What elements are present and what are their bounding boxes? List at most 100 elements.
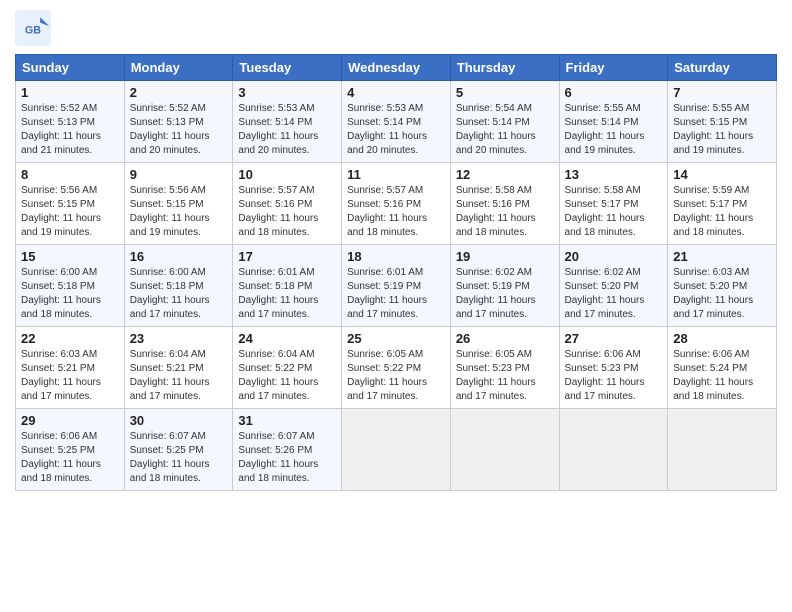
day-info: Sunrise: 5:59 AM Sunset: 5:17 PM Dayligh…	[673, 184, 771, 240]
day-number: 13	[565, 167, 663, 182]
day-number: 17	[238, 249, 336, 264]
calendar-cell: 23 Sunrise: 6:04 AM Sunset: 5:21 PM Dayli…	[124, 327, 233, 409]
day-info: Sunrise: 6:05 AM Sunset: 5:23 PM Dayligh…	[456, 348, 554, 404]
calendar-header-monday: Monday	[124, 55, 233, 81]
day-info: Sunrise: 6:01 AM Sunset: 5:19 PM Dayligh…	[347, 266, 445, 322]
day-number: 26	[456, 331, 554, 346]
day-number: 30	[130, 413, 228, 428]
calendar-cell: 13 Sunrise: 5:58 AM Sunset: 5:17 PM Dayli…	[559, 163, 668, 245]
day-number: 21	[673, 249, 771, 264]
day-info: Sunrise: 5:58 AM Sunset: 5:17 PM Dayligh…	[565, 184, 663, 240]
calendar-header-row: SundayMondayTuesdayWednesdayThursdayFrid…	[16, 55, 777, 81]
svg-text:GB: GB	[25, 24, 41, 36]
day-info: Sunrise: 5:56 AM Sunset: 5:15 PM Dayligh…	[21, 184, 119, 240]
calendar-cell: 1Sunrise: 5:52 AM Sunset: 5:13 PM Daylig…	[16, 81, 125, 163]
calendar-cell: 26 Sunrise: 6:05 AM Sunset: 5:23 PM Dayli…	[450, 327, 559, 409]
day-info: Sunrise: 6:07 AM Sunset: 5:26 PM Dayligh…	[238, 430, 336, 486]
calendar-cell	[668, 409, 777, 491]
calendar-cell: 15 Sunrise: 6:00 AM Sunset: 5:18 PM Dayli…	[16, 245, 125, 327]
day-number: 20	[565, 249, 663, 264]
day-info: Sunrise: 5:52 AM Sunset: 5:13 PM Dayligh…	[21, 102, 119, 158]
day-info: Sunrise: 6:03 AM Sunset: 5:21 PM Dayligh…	[21, 348, 119, 404]
calendar-week-4: 22 Sunrise: 6:03 AM Sunset: 5:21 PM Dayli…	[16, 327, 777, 409]
day-number: 8	[21, 167, 119, 182]
day-info: Sunrise: 6:06 AM Sunset: 5:24 PM Dayligh…	[673, 348, 771, 404]
day-number: 19	[456, 249, 554, 264]
page-container: GB SundayMondayTuesdayWednesdayThursdayF…	[0, 0, 792, 501]
day-number: 7	[673, 85, 771, 100]
day-number: 5	[456, 85, 554, 100]
calendar-cell: 14 Sunrise: 5:59 AM Sunset: 5:17 PM Dayli…	[668, 163, 777, 245]
calendar-table: SundayMondayTuesdayWednesdayThursdayFrid…	[15, 54, 777, 491]
calendar-cell: 9 Sunrise: 5:56 AM Sunset: 5:15 PM Daylig…	[124, 163, 233, 245]
calendar-cell: 30 Sunrise: 6:07 AM Sunset: 5:25 PM Dayli…	[124, 409, 233, 491]
calendar-cell: 7 Sunrise: 5:55 AM Sunset: 5:15 PM Daylig…	[668, 81, 777, 163]
calendar-cell	[559, 409, 668, 491]
page-header: GB	[15, 10, 777, 46]
day-number: 28	[673, 331, 771, 346]
calendar-cell: 10 Sunrise: 5:57 AM Sunset: 5:16 PM Dayli…	[233, 163, 342, 245]
day-info: Sunrise: 6:00 AM Sunset: 5:18 PM Dayligh…	[130, 266, 228, 322]
calendar-week-3: 15 Sunrise: 6:00 AM Sunset: 5:18 PM Dayli…	[16, 245, 777, 327]
calendar-cell: 20 Sunrise: 6:02 AM Sunset: 5:20 PM Dayli…	[559, 245, 668, 327]
calendar-cell: 27Sunrise: 6:06 AM Sunset: 5:23 PM Dayli…	[559, 327, 668, 409]
calendar-header-wednesday: Wednesday	[342, 55, 451, 81]
day-number: 22	[21, 331, 119, 346]
calendar-cell: 29 Sunrise: 6:06 AM Sunset: 5:25 PM Dayli…	[16, 409, 125, 491]
calendar-cell: 17 Sunrise: 6:01 AM Sunset: 5:18 PM Dayli…	[233, 245, 342, 327]
day-info: Sunrise: 6:02 AM Sunset: 5:20 PM Dayligh…	[565, 266, 663, 322]
calendar-cell	[342, 409, 451, 491]
day-number: 3	[238, 85, 336, 100]
logo: GB	[15, 10, 55, 46]
day-info: Sunrise: 6:01 AM Sunset: 5:18 PM Dayligh…	[238, 266, 336, 322]
day-info: Sunrise: 6:02 AM Sunset: 5:19 PM Dayligh…	[456, 266, 554, 322]
calendar-cell: 25Sunrise: 6:05 AM Sunset: 5:22 PM Dayli…	[342, 327, 451, 409]
day-info: Sunrise: 5:55 AM Sunset: 5:14 PM Dayligh…	[565, 102, 663, 158]
day-number: 23	[130, 331, 228, 346]
day-info: Sunrise: 5:57 AM Sunset: 5:16 PM Dayligh…	[238, 184, 336, 240]
day-number: 4	[347, 85, 445, 100]
calendar-cell	[450, 409, 559, 491]
day-number: 29	[21, 413, 119, 428]
calendar-cell: 2Sunrise: 5:52 AM Sunset: 5:13 PM Daylig…	[124, 81, 233, 163]
calendar-cell: 31 Sunrise: 6:07 AM Sunset: 5:26 PM Dayli…	[233, 409, 342, 491]
day-info: Sunrise: 5:56 AM Sunset: 5:15 PM Dayligh…	[130, 184, 228, 240]
calendar-cell: 24 Sunrise: 6:04 AM Sunset: 5:22 PM Dayli…	[233, 327, 342, 409]
calendar-cell: 4 Sunrise: 5:53 AM Sunset: 5:14 PM Daylig…	[342, 81, 451, 163]
day-number: 24	[238, 331, 336, 346]
day-number: 11	[347, 167, 445, 182]
day-info: Sunrise: 6:06 AM Sunset: 5:25 PM Dayligh…	[21, 430, 119, 486]
day-info: Sunrise: 6:04 AM Sunset: 5:21 PM Dayligh…	[130, 348, 228, 404]
day-info: Sunrise: 6:00 AM Sunset: 5:18 PM Dayligh…	[21, 266, 119, 322]
calendar-cell: 18 Sunrise: 6:01 AM Sunset: 5:19 PM Dayli…	[342, 245, 451, 327]
day-number: 9	[130, 167, 228, 182]
day-info: Sunrise: 5:53 AM Sunset: 5:14 PM Dayligh…	[238, 102, 336, 158]
day-info: Sunrise: 5:55 AM Sunset: 5:15 PM Dayligh…	[673, 102, 771, 158]
calendar-header-friday: Friday	[559, 55, 668, 81]
calendar-week-2: 8 Sunrise: 5:56 AM Sunset: 5:15 PM Daylig…	[16, 163, 777, 245]
calendar-cell: 19 Sunrise: 6:02 AM Sunset: 5:19 PM Dayli…	[450, 245, 559, 327]
calendar-week-5: 29 Sunrise: 6:06 AM Sunset: 5:25 PM Dayli…	[16, 409, 777, 491]
day-number: 31	[238, 413, 336, 428]
day-number: 15	[21, 249, 119, 264]
day-number: 6	[565, 85, 663, 100]
calendar-cell: 22 Sunrise: 6:03 AM Sunset: 5:21 PM Dayli…	[16, 327, 125, 409]
day-info: Sunrise: 6:06 AM Sunset: 5:23 PM Dayligh…	[565, 348, 663, 404]
day-info: Sunrise: 6:05 AM Sunset: 5:22 PM Dayligh…	[347, 348, 445, 404]
day-number: 2	[130, 85, 228, 100]
calendar-cell: 8 Sunrise: 5:56 AM Sunset: 5:15 PM Daylig…	[16, 163, 125, 245]
calendar-cell: 6 Sunrise: 5:55 AM Sunset: 5:14 PM Daylig…	[559, 81, 668, 163]
calendar-week-1: 1Sunrise: 5:52 AM Sunset: 5:13 PM Daylig…	[16, 81, 777, 163]
calendar-cell: 11 Sunrise: 5:57 AM Sunset: 5:16 PM Dayli…	[342, 163, 451, 245]
day-info: Sunrise: 5:57 AM Sunset: 5:16 PM Dayligh…	[347, 184, 445, 240]
day-info: Sunrise: 6:07 AM Sunset: 5:25 PM Dayligh…	[130, 430, 228, 486]
day-number: 14	[673, 167, 771, 182]
calendar-cell: 28 Sunrise: 6:06 AM Sunset: 5:24 PM Dayli…	[668, 327, 777, 409]
day-info: Sunrise: 5:53 AM Sunset: 5:14 PM Dayligh…	[347, 102, 445, 158]
calendar-header-sunday: Sunday	[16, 55, 125, 81]
calendar-header-thursday: Thursday	[450, 55, 559, 81]
calendar-cell: 16Sunrise: 6:00 AM Sunset: 5:18 PM Dayli…	[124, 245, 233, 327]
day-info: Sunrise: 6:04 AM Sunset: 5:22 PM Dayligh…	[238, 348, 336, 404]
day-number: 10	[238, 167, 336, 182]
day-number: 18	[347, 249, 445, 264]
